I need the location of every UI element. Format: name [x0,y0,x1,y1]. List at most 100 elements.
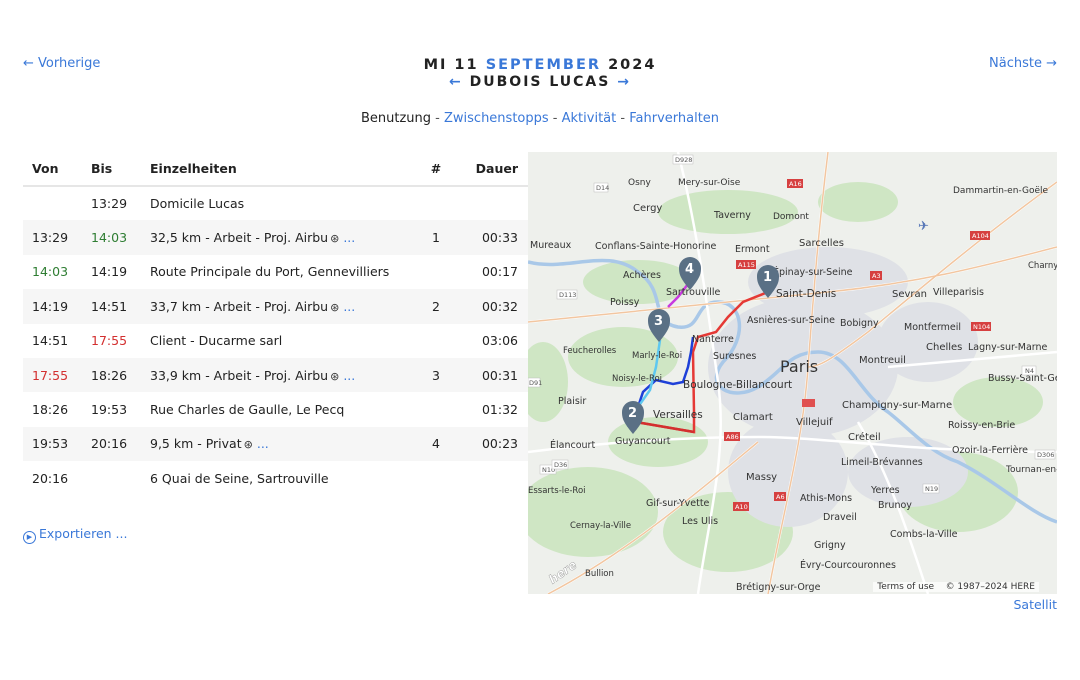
table-row[interactable]: 13:29 14:03 32,5 km - Arbeit - Proj. Air… [23,220,528,255]
cell-details: 9,5 km - Privat ⊛... [141,427,416,461]
map-label-draveil: Draveil [823,512,857,523]
table-row[interactable]: 14:19 14:51 33,7 km - Arbeit - Proj. Air… [23,289,528,324]
column-header-details: Einzelheiten [141,152,416,187]
road-label: N104 [973,323,990,331]
cell-to [82,461,141,495]
map-label-ulis: Les Ulis [682,516,718,527]
cell-duration: 00:33 [481,230,518,246]
map-label-epinay: Épinay-sur-Seine [773,266,853,278]
map-label-nanterre: Nanterre [692,334,734,345]
cell-number [416,255,456,289]
map-label-mery: Mery-sur-Oise [678,178,741,188]
road-label: A6 [776,493,785,501]
table-header-row: Von Bis Einzelheiten # Dauer [23,152,528,187]
here-logo: here [546,558,579,587]
map-label-limeil: Limeil-Brévannes [841,457,923,468]
map-label-combs: Combs-la-Ville [890,529,958,540]
satellite-view-link[interactable]: Satellit [1013,597,1057,612]
cell-number: 3 [432,367,440,383]
map-label-elancourt: Élancourt [550,439,595,451]
map-label-osny: Osny [628,178,651,188]
trip-more-link[interactable]: ... [343,230,355,245]
map-label-montreuil: Montreuil [859,355,906,366]
map-label-versailles: Versailles [653,409,703,421]
map-label-suresnes: Suresnes [713,351,756,362]
map-label-feucherolles: Feucherolles [563,346,617,356]
trip-more-link[interactable]: ... [343,299,355,314]
date-month-link[interactable]: SEPTEMBER [486,57,601,73]
map-label-plaisir: Plaisir [558,396,586,407]
date-title: MI 11 SEPTEMBER 2024 [0,57,1080,73]
map-label-sarcelles: Sarcelles [799,238,844,249]
map-label-boulogne: Boulogne-Billancourt [683,379,792,391]
map-copyright: © 1987–2024 HERE [945,582,1035,592]
table-row: 13:29 Domicile Lucas [23,186,528,220]
marker-number: 4 [685,262,694,277]
map-label-sevran: Sevran [892,289,927,300]
page-header: MI 11 SEPTEMBER 2024 ← DUBOIS LUCAS → [0,57,1080,90]
cell-to: 14:03 [91,230,128,246]
road-label: A3 [872,272,881,280]
map-label-charny: Charny [1028,261,1057,271]
map-label-massy: Massy [746,472,777,483]
map-label-noisy: Noisy-le-Roi [612,374,662,384]
map-footer: Terms of use © 1987–2024 HERE [873,582,1039,592]
map-label-gif: Gif-sur-Yvette [646,498,710,509]
table-row: 20:16 6 Quai de Seine, Sartrouville [23,461,528,495]
map-label-bobigny: Bobigny [840,318,879,329]
cell-number: 4 [432,436,440,452]
marker-number: 3 [654,314,663,329]
table-row: 14:51 17:55 Client - Ducarme sarl 03:06 [23,324,528,358]
export-link[interactable]: ▶ Exportieren ... [23,526,127,544]
map-label-poissy: Poissy [610,297,640,308]
cell-from: 14:19 [32,298,69,314]
next-person-arrow[interactable]: → [617,74,631,90]
cell-to: 17:55 [91,333,128,349]
road-label: D91 [529,379,542,387]
trip-more-link[interactable]: ... [343,368,355,383]
map-label-tournan: Tournan-en-Brie [1005,465,1057,475]
table-row[interactable]: 17:55 18:26 33,9 km - Arbeit - Proj. Air… [23,357,528,393]
tab-zwischenstopps[interactable]: Zwischenstopps [444,111,549,126]
cell-details: 33,7 km - Arbeit - Proj. Airbu ⊛... [141,289,416,323]
tab-separator: - [552,111,558,126]
map-label-guyancourt: Guyancourt [615,436,671,447]
road-label: D14 [596,184,609,192]
cell-from: 14:03 [32,264,69,280]
map-label-villeparisis: Villeparisis [933,287,984,298]
map-label-mureaux: Mureaux [530,240,572,251]
cell-duration: 00:17 [481,264,518,280]
map-label-yerres: Yerres [870,485,900,496]
map-label-domont: Domont [773,212,809,222]
table-row[interactable]: 19:53 20:16 9,5 km - Privat ⊛... 4 00:23 [23,426,528,462]
map-label-acheres: Achères [623,270,661,281]
cell-to: 20:16 [91,436,128,452]
cell-number: 1 [432,230,440,246]
cell-details: Route Principale du Port, Gennevilliers [150,264,390,280]
road-label: N19 [925,485,938,493]
trip-more-link[interactable]: ... [257,436,269,451]
map-label-cergy: Cergy [633,203,662,214]
export-label: Exportieren ... [39,526,128,541]
previous-person-arrow[interactable]: ← [449,74,463,90]
map-label-bullion: Bullion [585,569,614,579]
road-label: D113 [559,291,576,299]
tab-fahrverhalten[interactable]: Fahrverhalten [629,111,719,126]
cell-duration [456,461,528,495]
tab-aktivitaet[interactable]: Aktivität [562,111,617,126]
cell-from: 14:51 [32,333,69,349]
marker-number: 2 [628,406,637,421]
column-header-duration: Dauer [456,152,528,187]
cell-to: 14:19 [91,264,128,280]
route-map[interactable]: ✈ Paris Cergy Osny Mery-sur-Oise Taverny… [528,152,1057,594]
terms-of-use-link[interactable]: Terms of use [877,582,934,592]
road-label: A115 [738,261,755,269]
map-label-conflans: Conflans-Sainte-Honorine [595,241,717,252]
map-label-brunoy: Brunoy [878,500,912,511]
map-label-evry: Évry-Courcouronnes [800,559,896,571]
column-header-to: Bis [82,152,141,187]
map-label-saint-denis: Saint-Denis [776,288,836,300]
steering-wheel-icon: ⊛ [330,232,340,246]
road-label: A104 [972,232,989,240]
cell-from [23,186,82,220]
